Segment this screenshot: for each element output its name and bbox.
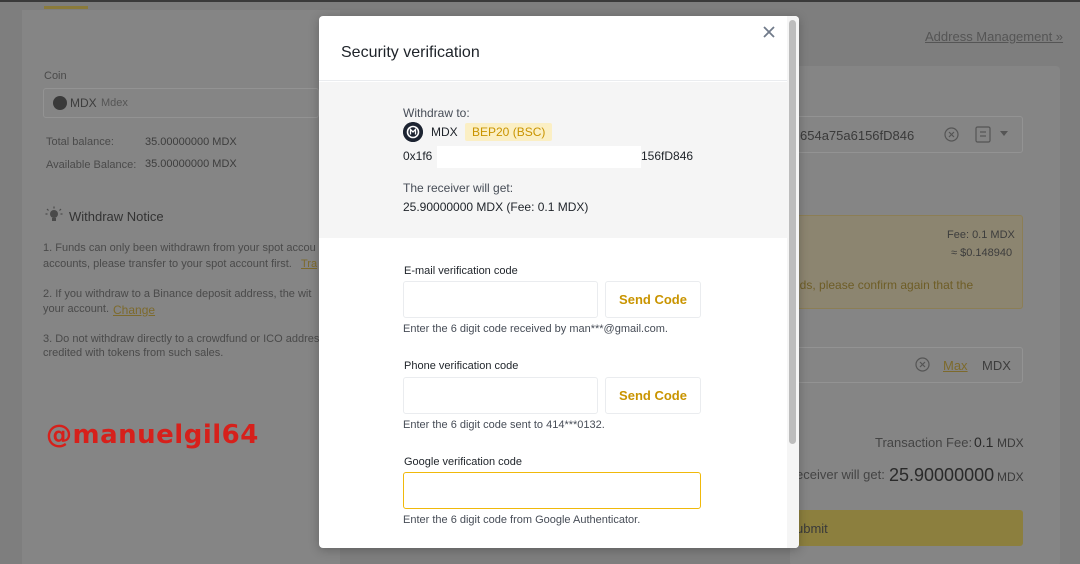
address-end: 156fD846 — [641, 149, 694, 163]
receiver-will-get-label: The receiver will get: — [403, 181, 514, 195]
notice-1-line-1: 1. Funds can only been withdrawn from yo… — [43, 242, 316, 254]
network-badge: BEP20 (BSC) — [465, 123, 553, 141]
address-redaction — [437, 146, 641, 168]
transaction-fee-unit: MDX — [997, 436, 1024, 450]
active-tab-underline — [44, 6, 88, 9]
clear-amount-icon[interactable] — [915, 357, 930, 372]
lightbulb-icon — [45, 206, 63, 221]
email-code-hint: Enter the 6 digit code received by man**… — [403, 323, 668, 335]
close-icon[interactable] — [761, 24, 777, 40]
total-balance-label: Total balance: — [46, 136, 114, 148]
coin-symbol: MDX — [70, 96, 97, 110]
google-code-hint: Enter the 6 digit code from Google Authe… — [403, 514, 641, 526]
phone-code-label: Phone verification code — [404, 360, 519, 372]
chevron-down-icon[interactable] — [999, 130, 1009, 138]
address-start: 0x1f6 — [403, 149, 433, 163]
amount-unit: MDX — [982, 358, 1011, 373]
change-link[interactable]: Change — [113, 303, 155, 317]
available-balance-label: Available Balance: — [46, 159, 137, 171]
warning-text: nds, please confirm again that the — [793, 278, 974, 292]
mdx-coin-icon — [53, 96, 67, 110]
notice-3-line-1: 3. Do not withdraw directly to a crowdfu… — [43, 333, 320, 345]
email-code-input[interactable] — [403, 281, 598, 318]
clear-icon[interactable] — [944, 127, 959, 142]
transaction-fee-value: 0.1 — [974, 434, 994, 450]
withdraw-notice-title: Withdraw Notice — [69, 209, 164, 224]
coin-label: Coin — [44, 70, 67, 82]
modal-title: Security verification — [341, 44, 480, 61]
mdx-coin-icon — [403, 122, 423, 142]
notice-2-line-1: 2. If you withdraw to a Binance deposit … — [43, 288, 312, 300]
receiver-label: eceiver will get: — [796, 467, 885, 482]
address-management-link[interactable]: Address Management » — [925, 29, 1063, 44]
email-code-label: E-mail verification code — [404, 265, 518, 277]
notice-2-line-2: your account. — [43, 303, 110, 315]
receiver-unit: MDX — [997, 470, 1024, 484]
google-code-label: Google verification code — [404, 456, 523, 468]
phone-send-code-button[interactable]: Send Code — [605, 377, 701, 414]
notice-1-line-2: accounts, please transfer to your spot a… — [43, 258, 292, 270]
phone-code-input[interactable] — [403, 377, 598, 414]
transfer-link[interactable]: Tra — [301, 258, 317, 270]
coin-name: Mdex — [101, 97, 128, 109]
withdraw-coin: MDX — [431, 125, 458, 139]
email-send-code-button[interactable]: Send Code — [605, 281, 701, 318]
scrollbar-thumb[interactable] — [789, 20, 796, 444]
receiver-will-get-value: 25.90000000 MDX (Fee: 0.1 MDX) — [403, 200, 589, 214]
notice-3-line-2: credited with tokens from such sales. — [43, 347, 224, 359]
fee-usd: ≈ $0.148940 — [951, 247, 1013, 259]
google-code-input[interactable] — [403, 472, 701, 509]
address-book-icon[interactable] — [975, 126, 991, 143]
max-button[interactable]: Max — [943, 358, 968, 373]
total-balance-value: 35.00000000 MDX — [145, 136, 237, 148]
withdraw-to-label: Withdraw to: — [403, 106, 470, 120]
modal-header: Security verification — [319, 16, 799, 81]
watermark-text: @manuelgil64 — [46, 420, 259, 450]
fee-label: Fee: 0.1 MDX — [947, 229, 1015, 241]
available-balance-value: 35.00000000 MDX — [145, 158, 237, 170]
submit-label: ubmit — [796, 521, 828, 536]
security-verification-modal: Security verification Withdraw to: MDX B… — [319, 16, 799, 548]
transaction-fee-label: Transaction Fee: — [875, 435, 973, 450]
receiver-amount: 25.90000000 — [889, 465, 995, 485]
phone-code-hint: Enter the 6 digit code sent to 414***013… — [403, 419, 605, 431]
address-partial: 654a75a6156fD846 — [800, 128, 915, 143]
